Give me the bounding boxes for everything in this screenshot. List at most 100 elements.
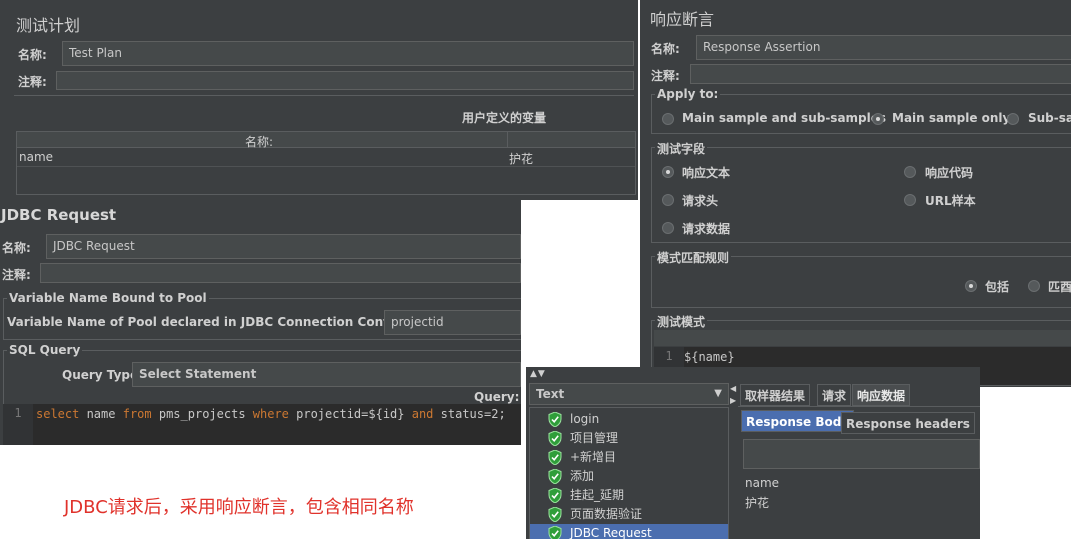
tree-item-label: 添加 <box>570 469 595 483</box>
sql-gutter: 1 <box>3 404 33 445</box>
sql-keyword-where: where <box>252 407 289 421</box>
renderer-value: Text <box>536 387 565 401</box>
field-url-sample-radio[interactable] <box>904 194 916 206</box>
renderer-select[interactable]: Text ▼ <box>529 383 729 405</box>
field-request-headers-label: 请求头 <box>682 194 719 208</box>
field-response-text-label: 响应文本 <box>682 166 731 180</box>
query-type-select[interactable]: Select Statement <box>132 362 521 387</box>
jdbc-request-panel: JDBC Request 名称: JDBC Request 注释: Variab… <box>0 200 521 445</box>
test-plan-name-label: 名称: <box>18 48 47 62</box>
splitter-handle[interactable]: ◀ ▶ <box>730 383 738 539</box>
apply-main-and-sub-radio[interactable] <box>662 113 674 125</box>
test-plan-divider <box>14 95 634 96</box>
assertion-comment-field[interactable] <box>690 64 1071 84</box>
sql-keyword-from: from <box>122 407 152 421</box>
jdbc-name-field[interactable]: JDBC Request <box>46 234 521 259</box>
apply-sub-label: Sub-sar <box>1028 111 1071 125</box>
dropdown-arrow-icon: ▼ <box>714 388 722 399</box>
tab-response-headers[interactable]: Response headers <box>841 412 975 434</box>
results-tree[interactable]: login 项目管理 +新增目 添加 挂起_延期 页面数据验证 JDBC Req… <box>529 407 729 539</box>
test-plan-title: 测试计划 <box>16 16 81 35</box>
user-vars-title: 用户定义的变量 <box>462 111 547 125</box>
assertion-name-field[interactable]: Response Assertion <box>696 35 1071 60</box>
assertion-title: 响应断言 <box>650 10 715 29</box>
sql-text[interactable]: select name from pms_projects where proj… <box>36 405 506 423</box>
sql-keyword-select: select <box>36 407 80 421</box>
annotation-caption: JDBC请求后，采用响应断言，包含相同名称 <box>64 497 414 518</box>
test-plan-comment-field[interactable] <box>56 71 634 90</box>
tree-item-suspend[interactable]: 挂起_延期 <box>530 486 728 505</box>
search-box[interactable] <box>743 439 980 469</box>
pattern-toolbar <box>654 330 1071 346</box>
sql-keyword-and: and <box>411 407 434 421</box>
success-shield-icon <box>548 469 562 484</box>
pool-group-title: Variable Name Bound to Pool <box>7 291 209 305</box>
field-url-sample-label: URL样本 <box>925 194 976 208</box>
tree-item-page-verify[interactable]: 页面数据验证 <box>530 505 728 524</box>
success-shield-icon <box>548 488 562 503</box>
pool-name-field[interactable]: projectid <box>384 310 521 335</box>
jdbc-name-label: 名称: <box>2 241 31 255</box>
results-tree-panel: ▲▼ Text ▼ login 项目管理 +新增目 添加 挂起_延期 页面数据验… <box>526 367 980 539</box>
apply-to-title: Apply to: <box>655 87 721 101</box>
jdbc-comment-label: 注释: <box>2 268 31 282</box>
tree-item-label: 页面数据验证 <box>570 507 643 521</box>
user-vars-row-divider <box>17 166 635 167</box>
tree-item-add[interactable]: 添加 <box>530 467 728 486</box>
sql-editor[interactable]: 1 select name from pms_projects where pr… <box>3 404 521 445</box>
jdbc-title: JDBC Request <box>1 206 117 224</box>
apply-main-only-label: Main sample only <box>892 111 1011 125</box>
rule-contains-radio[interactable] <box>965 280 977 292</box>
assertion-name-label: 名称: <box>651 42 680 56</box>
field-request-headers-radio[interactable] <box>662 194 674 206</box>
assertion-comment-label: 注释: <box>651 69 680 83</box>
tree-item-new-project[interactable]: +新增目 <box>530 448 728 467</box>
tab-sampler-result[interactable]: 取样器结果 <box>740 384 811 406</box>
success-shield-icon <box>548 507 562 522</box>
tab-response-data[interactable]: 响应数据 <box>852 384 911 406</box>
apply-main-only-radio[interactable] <box>872 113 884 125</box>
apply-sub-radio[interactable] <box>1007 113 1019 125</box>
sql-query-group-title: SQL Query <box>7 343 83 357</box>
sql-token: status=2; <box>433 407 506 421</box>
response-line: name <box>745 476 780 490</box>
sql-token: pms_projects <box>151 407 253 421</box>
pattern-text[interactable]: ${name} <box>684 349 735 365</box>
collapse-arrows-icon[interactable]: ▲▼ <box>530 369 546 379</box>
tab-request[interactable]: 请求 <box>817 384 852 406</box>
response-assertion-panel: 响应断言 名称: Response Assertion 注释: Apply to… <box>640 0 1071 387</box>
tree-item-login[interactable]: login <box>530 410 728 429</box>
user-vars-header-sep <box>507 132 508 148</box>
tree-item-label: 项目管理 <box>570 431 619 445</box>
field-request-data-label: 请求数据 <box>682 222 731 236</box>
apply-main-and-sub-label: Main sample and sub-samples <box>682 111 887 125</box>
pattern-line-number: 1 <box>665 349 673 363</box>
field-request-data-radio[interactable] <box>662 222 674 234</box>
tree-item-label: +新增目 <box>570 450 617 464</box>
tab-response-body[interactable]: Response Body <box>741 410 855 432</box>
user-vars-row-name[interactable]: name <box>19 150 53 164</box>
test-plan-name-field[interactable]: Test Plan <box>62 41 634 66</box>
field-response-text-radio[interactable] <box>662 166 674 178</box>
query-label: Query: <box>474 390 520 404</box>
field-response-code-label: 响应代码 <box>925 166 974 180</box>
user-vars-table[interactable]: 名称: name 护花 <box>16 131 636 195</box>
query-type-label: Query Type: <box>62 368 143 382</box>
user-vars-header <box>17 132 635 148</box>
field-response-code-radio[interactable] <box>904 166 916 178</box>
tree-item-project-mgmt[interactable]: 项目管理 <box>530 429 728 448</box>
test-plan-panel: 测试计划 名称: Test Plan 注释: 用户定义的变量 名称: name … <box>0 0 638 200</box>
tree-item-label: login <box>570 412 600 426</box>
tree-item-jdbc-request[interactable]: JDBC Request <box>530 524 728 539</box>
rule-matches-radio[interactable] <box>1028 280 1040 292</box>
user-vars-row-value[interactable]: 护花 <box>509 150 533 167</box>
rule-contains-label: 包括 <box>985 280 1010 294</box>
tab-content-border <box>738 406 980 407</box>
jdbc-comment-field[interactable] <box>40 263 521 283</box>
success-shield-icon <box>548 412 562 427</box>
rule-matches-label: 匹酉 <box>1048 280 1071 294</box>
user-vars-header-name: 名称: <box>245 135 274 149</box>
success-shield-icon <box>548 450 562 465</box>
test-pattern-title: 测试模式 <box>655 313 708 330</box>
success-shield-icon <box>548 526 562 539</box>
